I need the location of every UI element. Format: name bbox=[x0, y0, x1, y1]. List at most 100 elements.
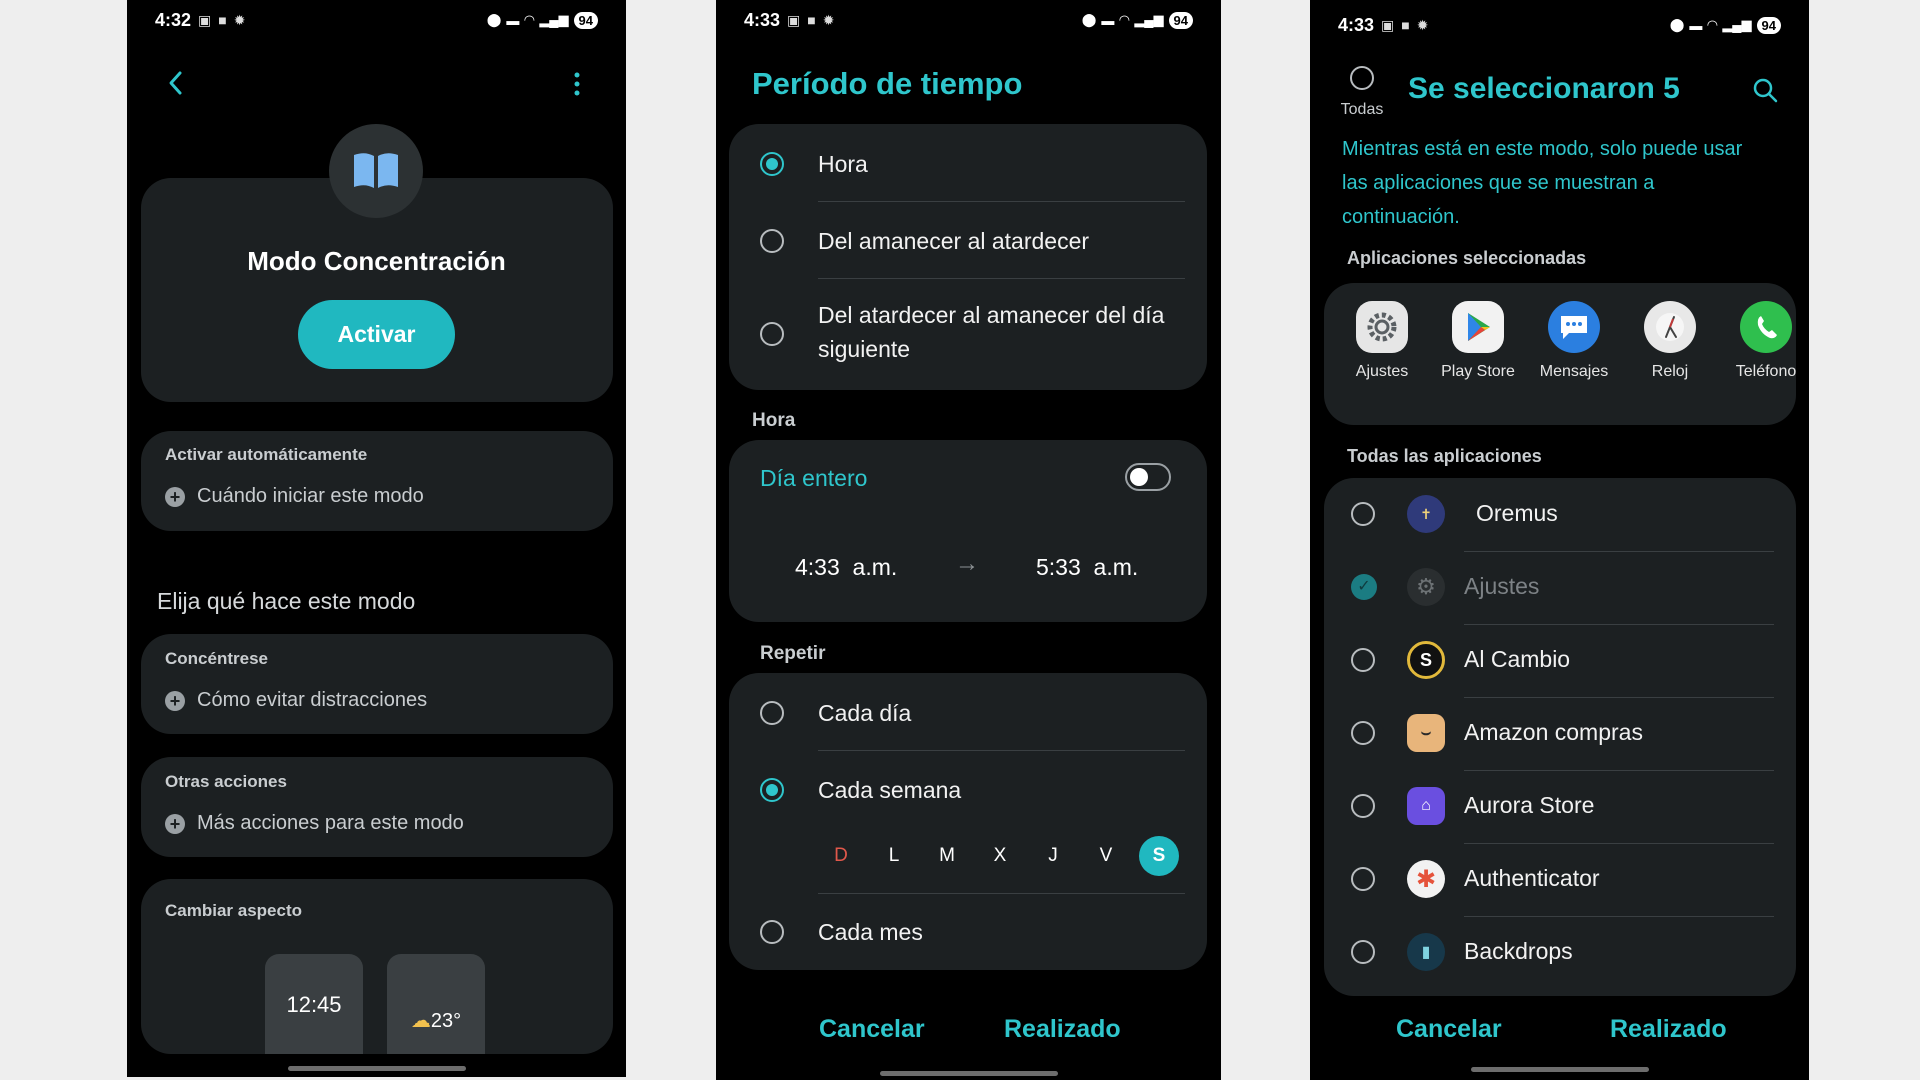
app-checkbox[interactable] bbox=[1351, 721, 1375, 745]
cancel-button[interactable]: Cancelar bbox=[1396, 1015, 1502, 1044]
list-item[interactable]: ✓ ⚙ Ajustes bbox=[1324, 551, 1796, 624]
focus-hint: + Cómo evitar distracciones bbox=[165, 689, 427, 712]
dnd-icon: ⬤ bbox=[1081, 12, 1097, 27]
radio-every-month[interactable] bbox=[760, 920, 784, 944]
gesture-bar bbox=[879, 1071, 1058, 1076]
radio-hora[interactable] bbox=[760, 152, 784, 176]
period-option-hora[interactable]: Hora bbox=[818, 147, 868, 181]
app-checkbox[interactable] bbox=[1351, 502, 1375, 526]
list-item[interactable]: ⌣ Amazon compras bbox=[1324, 697, 1796, 770]
backdrops-icon: ▮ bbox=[1407, 933, 1445, 971]
brightness-icon: ✹ bbox=[1416, 16, 1429, 33]
app-label-phone: Teléfono bbox=[1735, 363, 1796, 380]
select-all-toggle[interactable]: Todas bbox=[1334, 64, 1390, 124]
radio-every-day[interactable] bbox=[760, 701, 784, 725]
signal-icon: ▂▄▆ bbox=[1722, 17, 1752, 32]
weekday-l[interactable]: L bbox=[874, 836, 914, 876]
repeat-option-every-day[interactable]: Cada día bbox=[818, 696, 911, 730]
gear-icon bbox=[1367, 312, 1397, 342]
list-item[interactable]: ⌂ Aurora Store bbox=[1324, 770, 1796, 843]
toggle-knob bbox=[1130, 468, 1148, 486]
oremus-icon: ✝ bbox=[1407, 495, 1445, 533]
end-time[interactable]: 5:33 a.m. bbox=[1036, 554, 1138, 581]
app-label-play-store: Play Store bbox=[1441, 363, 1515, 380]
search-button[interactable] bbox=[1751, 76, 1779, 104]
all-day-label: Día entero bbox=[760, 465, 868, 491]
repeat-card: Cada día Cada semana D L M X J V S Cada … bbox=[729, 673, 1207, 970]
weekday-d[interactable]: D bbox=[821, 836, 861, 876]
partly-cloudy-icon: ☁ bbox=[410, 1010, 431, 1032]
repeat-option-every-week[interactable]: Cada semana bbox=[818, 773, 961, 807]
dnd-icon: ⬤ bbox=[1669, 17, 1685, 32]
app-name: Authenticator bbox=[1464, 865, 1600, 891]
battery-icon: 94 bbox=[573, 11, 598, 29]
app-label-clock: Reloj bbox=[1651, 363, 1689, 380]
status-time: 4:33 bbox=[1338, 14, 1375, 35]
weekday-x[interactable]: X bbox=[980, 836, 1020, 876]
weekday-s-selected[interactable]: S bbox=[1139, 836, 1179, 876]
auto-activate-card[interactable]: Activar automáticamente + Cuándo iniciar … bbox=[141, 431, 613, 531]
list-item[interactable]: ✝ Oremus bbox=[1324, 478, 1796, 551]
app-checkbox[interactable] bbox=[1351, 794, 1375, 818]
all-day-toggle[interactable] bbox=[1125, 463, 1171, 491]
done-button[interactable]: Realizado bbox=[1004, 1015, 1121, 1044]
cancel-button[interactable]: Cancelar bbox=[819, 1015, 925, 1044]
activate-button[interactable]: Activar bbox=[298, 300, 455, 369]
phone-app-icon[interactable] bbox=[1740, 301, 1792, 353]
screenshot-icon: ▣ bbox=[787, 11, 801, 28]
done-button[interactable]: Realizado bbox=[1610, 1015, 1727, 1044]
app-checkbox[interactable] bbox=[1351, 940, 1375, 964]
divider bbox=[818, 750, 1185, 751]
al-cambio-icon: S bbox=[1407, 641, 1445, 679]
more-options-button[interactable] bbox=[567, 70, 587, 98]
auto-activate-hint: + Cuándo iniciar este modo bbox=[165, 485, 424, 508]
time-card: Día entero 4:33 a.m. → 5:33 a.m. bbox=[729, 440, 1207, 622]
weather-preview-temp: ☁23° bbox=[410, 1010, 462, 1032]
radio-sunset-sunrise[interactable] bbox=[760, 322, 784, 346]
wifi-icon: ◠ bbox=[1707, 17, 1718, 32]
search-icon bbox=[1753, 78, 1778, 103]
weekday-j[interactable]: J bbox=[1033, 836, 1073, 876]
add-icon: + bbox=[165, 486, 185, 507]
mode-icon-circle bbox=[329, 124, 423, 218]
notification-icon: ■ bbox=[1401, 17, 1410, 33]
repeat-option-every-month[interactable]: Cada mes bbox=[818, 915, 923, 949]
period-option-sunrise-sunset[interactable]: Del amanecer al atardecer bbox=[818, 224, 1089, 258]
app-checkbox[interactable] bbox=[1351, 867, 1375, 891]
period-option-sunset-sunrise[interactable]: Del atardecer al amanecer del día siguie… bbox=[818, 298, 1178, 366]
clock-preview[interactable]: 12:45 bbox=[265, 954, 363, 1054]
messages-icon[interactable] bbox=[1548, 301, 1600, 353]
other-actions-card[interactable]: Otras acciones + Más acciones para este m… bbox=[141, 757, 613, 857]
selected-apps-label: Aplicaciones seleccionadas bbox=[1347, 248, 1587, 268]
list-item[interactable]: ▮ Backdrops bbox=[1324, 916, 1796, 989]
weekday-m[interactable]: M bbox=[927, 836, 967, 876]
list-item[interactable]: S Al Cambio bbox=[1324, 624, 1796, 697]
other-actions-title: Otras acciones bbox=[165, 772, 287, 791]
signal-icon: ▂▄▆ bbox=[1134, 12, 1164, 27]
chevron-left-icon bbox=[169, 71, 182, 95]
status-bar: 4:32 ▣ ■ ✹ ⬤ ▬ ◠ ▂▄▆ 94 bbox=[127, 0, 626, 40]
settings-icon[interactable] bbox=[1356, 301, 1408, 353]
period-options-card: Hora Del amanecer al atardecer Del atard… bbox=[729, 124, 1207, 390]
select-all-radio bbox=[1350, 66, 1374, 90]
play-store-icon[interactable] bbox=[1452, 301, 1504, 353]
gesture-bar bbox=[1470, 1067, 1649, 1072]
clock-icon[interactable] bbox=[1644, 301, 1696, 353]
weather-preview[interactable]: ☁23° bbox=[387, 954, 485, 1054]
app-checkbox[interactable] bbox=[1351, 648, 1375, 672]
back-button[interactable] bbox=[161, 68, 191, 98]
appearance-title: Cambiar aspecto bbox=[165, 901, 302, 920]
focus-card[interactable]: Concéntrese + Cómo evitar distracciones bbox=[141, 634, 613, 734]
appearance-card[interactable]: Cambiar aspecto 12:45 ☁23° bbox=[141, 879, 613, 1054]
all-apps-card: ✝ Oremus ✓ ⚙ Ajustes S Al Cambio ⌣ Amazo… bbox=[1324, 478, 1796, 996]
radio-every-week[interactable] bbox=[760, 778, 784, 802]
list-item[interactable]: ✱ Authenticator bbox=[1324, 843, 1796, 916]
repeat-label: Repetir bbox=[760, 643, 826, 664]
clock-preview-time: 12:45 bbox=[286, 992, 342, 1017]
all-apps-label: Todas las aplicaciones bbox=[1347, 446, 1542, 466]
app-checkbox-checked[interactable]: ✓ bbox=[1351, 574, 1377, 600]
radio-sunrise-sunset[interactable] bbox=[760, 229, 784, 253]
start-time[interactable]: 4:33 a.m. bbox=[795, 554, 897, 581]
battery-icon: 94 bbox=[1756, 16, 1781, 34]
weekday-v[interactable]: V bbox=[1086, 836, 1126, 876]
